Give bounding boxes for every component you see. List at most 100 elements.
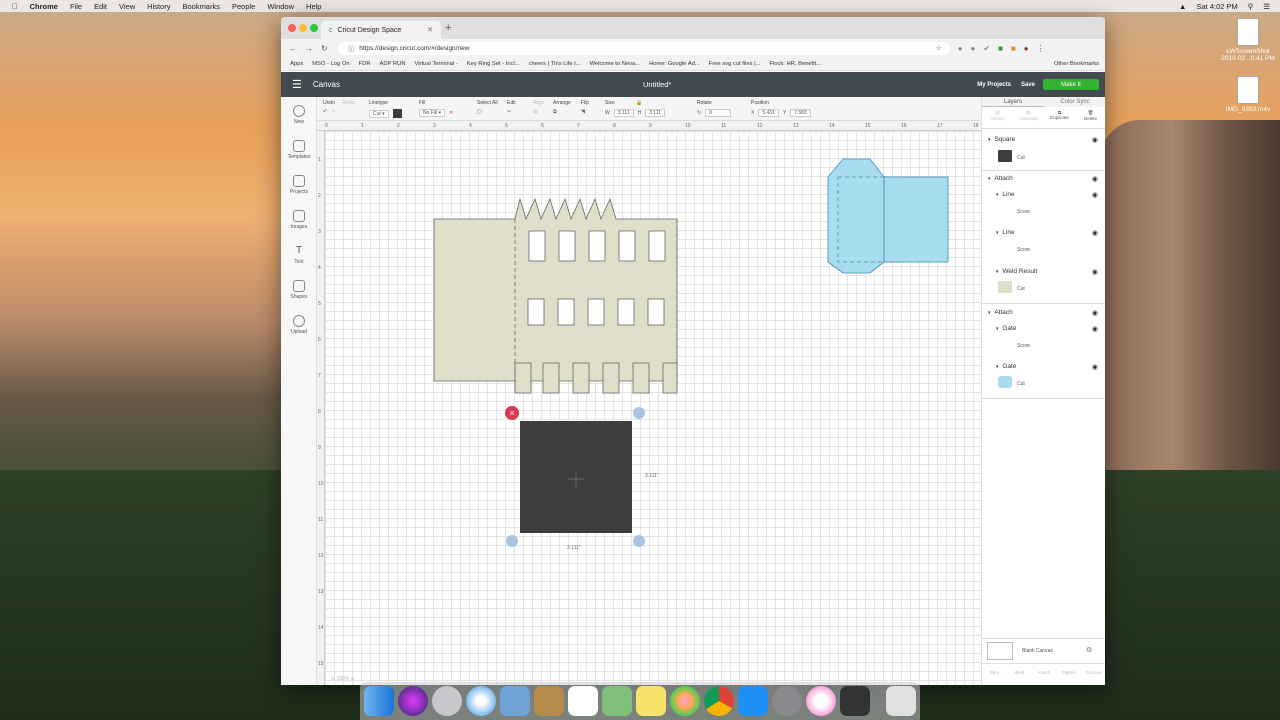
weld-result-shape[interactable] — [433, 197, 678, 382]
menu-edit[interactable]: Edit — [94, 2, 107, 11]
menu-view[interactable]: View — [119, 2, 135, 11]
photos-icon[interactable] — [670, 686, 700, 716]
lock-ratio-icon[interactable]: 🔒 — [636, 100, 642, 106]
menu-history[interactable]: History — [147, 2, 170, 11]
search-icon[interactable]: ⚲ — [1248, 2, 1254, 11]
minimize-window-button[interactable] — [299, 24, 307, 32]
nav-text[interactable]: T Text — [281, 245, 317, 265]
launchpad-icon[interactable] — [432, 686, 462, 716]
eye-icon[interactable]: ◉ — [1092, 325, 1098, 333]
eye-icon[interactable]: ◉ — [1092, 229, 1098, 237]
close-tab-icon[interactable]: ✕ — [427, 26, 433, 34]
layer-line[interactable]: ▾ Line ◉ — [982, 191, 1105, 199]
arrange-icon[interactable]: ⧉ — [553, 109, 557, 115]
extension-icon[interactable]: ● — [958, 44, 963, 53]
notebook-icon[interactable] — [534, 686, 564, 716]
nav-images[interactable]: Images — [281, 210, 317, 230]
eye-icon[interactable]: ◉ — [1092, 363, 1098, 371]
document-title[interactable]: Untitled* — [643, 80, 671, 89]
caret-icon[interactable]: ▾ — [988, 310, 991, 316]
layer-attach[interactable]: ▾ Attach ◉ — [982, 309, 1105, 317]
bookmark-item[interactable]: Free svg cut files |... — [709, 61, 761, 67]
safari-icon[interactable] — [466, 686, 496, 716]
bookmark-item[interactable]: Home: Google Ad... — [649, 61, 700, 67]
browser-tab[interactable]: c Cricut Design Space ✕ — [321, 21, 441, 39]
y-input[interactable]: 7.583 — [790, 109, 811, 117]
desktop-file-video[interactable]: IMG_9393.m4v — [1218, 76, 1278, 113]
layer-attach[interactable]: ▾ Attach ◉ — [982, 175, 1105, 183]
gate-blue-shape[interactable] — [827, 158, 949, 274]
address-bar[interactable]: ⓘ https://design.cricut.com/#/design/new… — [337, 41, 950, 55]
linetype-select[interactable]: Cut ▾ — [369, 109, 389, 118]
bookmark-item[interactable]: Welcome to Neva... — [590, 61, 640, 67]
caret-icon[interactable]: ▾ — [996, 269, 999, 275]
delete-button[interactable]: 🗑 Delete — [1075, 107, 1105, 128]
resize-handle[interactable] — [633, 535, 645, 547]
height-input[interactable]: 3.111 — [645, 109, 665, 117]
bookmark-apps[interactable]: Apps — [290, 61, 303, 67]
align-icon[interactable]: ▤ — [533, 109, 538, 115]
other-bookmarks[interactable]: Other Bookmarks — [1054, 61, 1099, 67]
make-it-button[interactable]: Make It — [1043, 79, 1099, 90]
stickies-icon[interactable] — [636, 686, 666, 716]
design-canvas[interactable]: 0 1 2 3 4 5 6 7 8 9 10 11 12 13 14 15 16 17 18 1 2 3 4 5 6 7 8 9 10… — [317, 121, 981, 685]
caret-icon[interactable]: ▾ — [996, 192, 999, 198]
zoom-window-button[interactable] — [310, 24, 318, 32]
caret-icon[interactable]: ▾ — [996, 230, 999, 236]
select-all-icon[interactable]: ▢ — [477, 109, 482, 115]
bookmark-item[interactable]: cheers | This Life I... — [529, 61, 581, 67]
eye-icon[interactable]: ◉ — [1092, 268, 1098, 276]
bookmark-item[interactable]: MSO - Log On — [312, 61, 349, 67]
chrome-menu-icon[interactable]: ⋮ — [1037, 44, 1045, 53]
my-projects-button[interactable]: My Projects — [977, 82, 1011, 88]
no-fill-icon[interactable]: ✕ — [449, 110, 453, 116]
canvas-settings-icon[interactable]: ⚙ — [1086, 646, 1092, 654]
nav-upload[interactable]: Upload — [281, 315, 317, 335]
x-input[interactable]: 5.431 — [758, 109, 779, 117]
caret-icon[interactable]: ▾ — [996, 364, 999, 370]
lock-handle[interactable] — [506, 535, 518, 547]
menu-people[interactable]: People — [232, 2, 255, 11]
contour-button[interactable]: Contour — [1081, 664, 1105, 685]
layer-color-swatch[interactable] — [998, 150, 1012, 162]
menu-app-name[interactable]: Chrome — [30, 2, 58, 11]
caret-icon[interactable]: ▾ — [996, 326, 999, 332]
app-store-icon[interactable] — [738, 686, 768, 716]
menu-file[interactable]: File — [70, 2, 82, 11]
eye-icon[interactable]: ◉ — [1092, 136, 1098, 144]
eye-icon[interactable]: ◉ — [1092, 175, 1098, 183]
slice-button[interactable]: Slice — [982, 664, 1007, 685]
redo-icon[interactable]: ↷ — [331, 109, 335, 115]
siri-icon[interactable] — [398, 686, 428, 716]
flatten-button[interactable]: Flatten — [1056, 664, 1081, 685]
extension-icon[interactable]: ■ — [998, 44, 1003, 53]
eye-icon[interactable]: ◉ — [1092, 191, 1098, 199]
zoom-control[interactable]: ⊖ 100% ⊕ — [331, 676, 355, 682]
hamburger-menu-icon[interactable]: ☰ — [292, 78, 302, 91]
tab-color-sync[interactable]: Color Sync — [1044, 97, 1105, 107]
layer-gate[interactable]: ▾ Gate ◉ — [982, 363, 1105, 371]
maps-icon[interactable] — [602, 686, 632, 716]
forward-icon[interactable]: → — [305, 44, 313, 53]
nav-shapes[interactable]: Shapes — [281, 280, 317, 300]
layer-square[interactable]: ▾ Square ◉ — [982, 136, 1105, 144]
width-input[interactable]: 3.111 — [613, 109, 634, 117]
desktop-file-screenshot[interactable]: LWScreenShot 2019-02...0.41 PM — [1218, 18, 1278, 62]
rotate-handle[interactable] — [633, 407, 645, 419]
calendar-icon[interactable] — [568, 686, 598, 716]
rotate-input[interactable]: 0 — [705, 109, 732, 117]
mail-icon[interactable] — [500, 686, 530, 716]
weld-button[interactable]: Weld — [1007, 664, 1032, 685]
layer-color-swatch[interactable] — [998, 376, 1012, 388]
extension-icon[interactable]: ✔ — [983, 44, 990, 53]
itunes-icon[interactable] — [806, 686, 836, 716]
flip-icon[interactable]: ◥ — [581, 109, 585, 115]
eye-icon[interactable]: ◉ — [1092, 309, 1098, 317]
fill-select[interactable]: No Fill ▾ — [419, 109, 446, 117]
menubar-clock[interactable]: Sat 4:02 PM — [1196, 2, 1237, 11]
new-tab-button[interactable]: + — [445, 22, 451, 34]
extension-icon[interactable]: ■ — [1011, 44, 1016, 53]
bookmark-star-icon[interactable]: ☆ — [936, 44, 942, 52]
trash-icon[interactable] — [886, 686, 916, 716]
scissors-icon[interactable]: ✂ — [507, 109, 511, 115]
